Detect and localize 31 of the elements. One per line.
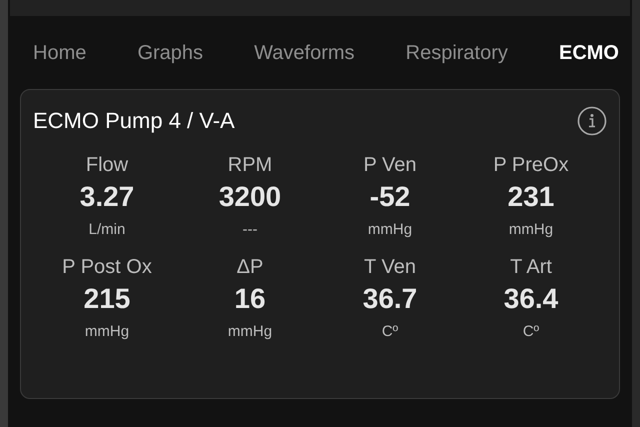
metric-unit: --- [242, 221, 258, 238]
metric-label: T Art [510, 256, 552, 279]
card-title: ECMO Pump 4 / V-A [33, 108, 235, 134]
metric-unit: mmHg [368, 221, 412, 238]
tab[interactable]: Graphs [130, 42, 210, 65]
metric-label: Flow [86, 154, 128, 177]
info-icon[interactable] [577, 106, 607, 136]
metric-value: -52 [370, 181, 410, 213]
metric-label: P Post Ox [62, 256, 152, 279]
metric-label: RPM [228, 154, 272, 177]
metric-unit: mmHg [84, 323, 130, 340]
metric-unit: mmHg [508, 221, 554, 238]
metric-label: P PreOx [493, 154, 569, 177]
metric-value: 215 [84, 283, 130, 315]
metric-value: 36.7 [362, 283, 418, 315]
metric-value: 231 [508, 181, 554, 213]
metric-unit: Cº [382, 323, 398, 340]
metric-unit: Cº [522, 323, 540, 340]
tab[interactable]: Respiratory [398, 42, 515, 65]
metric-label: ΔP [236, 256, 264, 279]
metric-value: 36.4 [504, 283, 558, 315]
tab[interactable]: Home [26, 42, 94, 65]
metric-value: 3.27 [80, 181, 134, 213]
tab[interactable]: Waveforms [247, 42, 362, 65]
metric-value: 16 [234, 283, 266, 315]
metric-unit: L/min [88, 221, 126, 238]
metric-label: T Ven [364, 256, 416, 279]
metric-value: 3200 [218, 181, 282, 213]
tab[interactable]: ECMO [552, 42, 626, 65]
metric-label: P Ven [363, 154, 417, 177]
metric-unit: mmHg [228, 323, 272, 340]
